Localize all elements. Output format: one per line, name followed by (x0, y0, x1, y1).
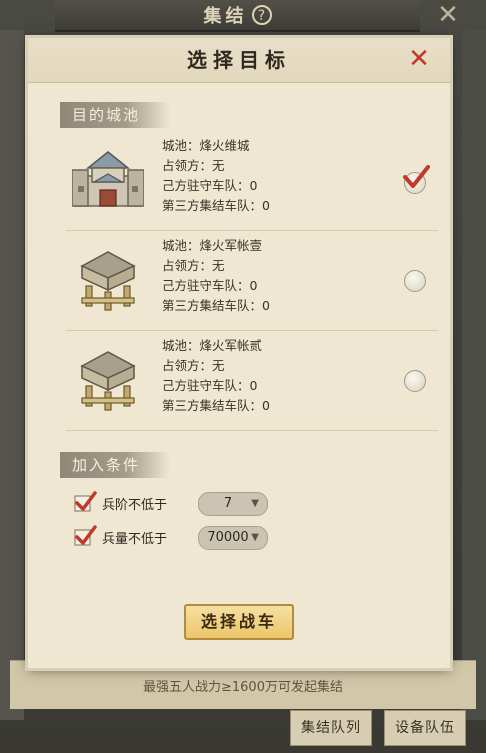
rally-requirement-note: 最强五人战力≥1600万可发起集结 (143, 680, 343, 695)
help-icon[interactable]: ? (251, 5, 272, 25)
condition-row-troop-count: 兵量不低于 70000 ▼ (72, 524, 332, 550)
target-own-garrison: 己方驻守车队：0 (162, 278, 258, 293)
background-left-strip (0, 30, 24, 720)
target-third-party: 第三方集结车队：0 (162, 198, 270, 213)
target-third-party: 第三方集结车队：0 (162, 398, 270, 413)
condition-row-troop-tier: 兵阶不低于 7 ▼ (72, 490, 332, 516)
dropdown-value: 7 (223, 496, 233, 511)
chevron-down-icon: ▼ (251, 532, 259, 543)
target-own-garrison: 己方驻守车队：0 (162, 378, 258, 393)
checkmark-icon (403, 165, 430, 188)
target-row[interactable]: 城池：烽火军帐壹 占领方：无 己方驻守车队：0 第三方集结车队：0 (66, 230, 438, 331)
modal-title: 选择目标 (187, 48, 291, 72)
checkbox-checked-icon[interactable] (72, 490, 98, 514)
city-fortress-icon (72, 151, 144, 207)
military-tent-icon (80, 351, 136, 411)
background-right-strip (462, 30, 486, 720)
target-own-garrison: 己方驻守车队：0 (162, 178, 258, 193)
target-info: 城池：烽火军帐贰 占领方：无 己方驻守车队：0 第三方集结车队：0 (162, 336, 270, 416)
condition-label: 兵阶不低于 (102, 498, 168, 513)
target-row[interactable]: 城池：烽火维城 占领方：无 己方驻守车队：0 第三方集结车队：0 (66, 130, 438, 231)
condition-label: 兵量不低于 (102, 532, 168, 547)
target-city-name: 城池：烽火军帐贰 (162, 338, 263, 353)
background-header: 集结 ? (55, 0, 420, 32)
target-occupier: 占领方：无 (162, 358, 225, 373)
target-city-name: 城池：烽火军帐壹 (162, 238, 263, 253)
dropdown-value: 70000 (207, 530, 249, 545)
troop-tier-dropdown[interactable]: 7 ▼ (198, 492, 268, 516)
section-banner-targets: 目的城池 (60, 102, 171, 128)
target-info: 城池：烽火军帐壹 占领方：无 己方驻守车队：0 第三方集结车队：0 (162, 236, 270, 316)
section-banner-conditions: 加入条件 (60, 452, 171, 478)
target-radio[interactable] (404, 270, 426, 292)
target-third-party: 第三方集结车队：0 (162, 298, 270, 313)
chevron-down-icon: ▼ (251, 498, 259, 509)
tab-equipment-team[interactable]: 设备队伍 (384, 710, 466, 746)
target-occupier: 占领方：无 (162, 158, 225, 173)
military-tent-icon (80, 251, 136, 311)
troop-count-dropdown[interactable]: 70000 ▼ (198, 526, 268, 550)
target-city-name: 城池：烽火维城 (162, 138, 250, 153)
checkbox-checked-icon[interactable] (72, 524, 98, 548)
modal-header: 选择目标 (28, 38, 450, 83)
background-title: 集结 (203, 6, 248, 27)
select-target-modal: 选择目标 ✕ 目的城池 城池：烽火维城 占领方：无 己方驻守车队：0 第三方集结… (28, 38, 450, 668)
tab-rally-queue[interactable]: 集结队列 (290, 710, 372, 746)
target-occupier: 占领方：无 (162, 258, 225, 273)
target-info: 城池：烽火维城 占领方：无 己方驻守车队：0 第三方集结车队：0 (162, 136, 270, 216)
target-row[interactable]: 城池：烽火军帐贰 占领方：无 己方驻守车队：0 第三方集结车队：0 (66, 330, 438, 431)
target-radio[interactable] (404, 370, 426, 392)
select-chariot-button[interactable]: 选择战车 (184, 604, 294, 640)
background-close-icon[interactable]: ✕ (425, 0, 471, 30)
close-icon[interactable]: ✕ (406, 46, 432, 72)
